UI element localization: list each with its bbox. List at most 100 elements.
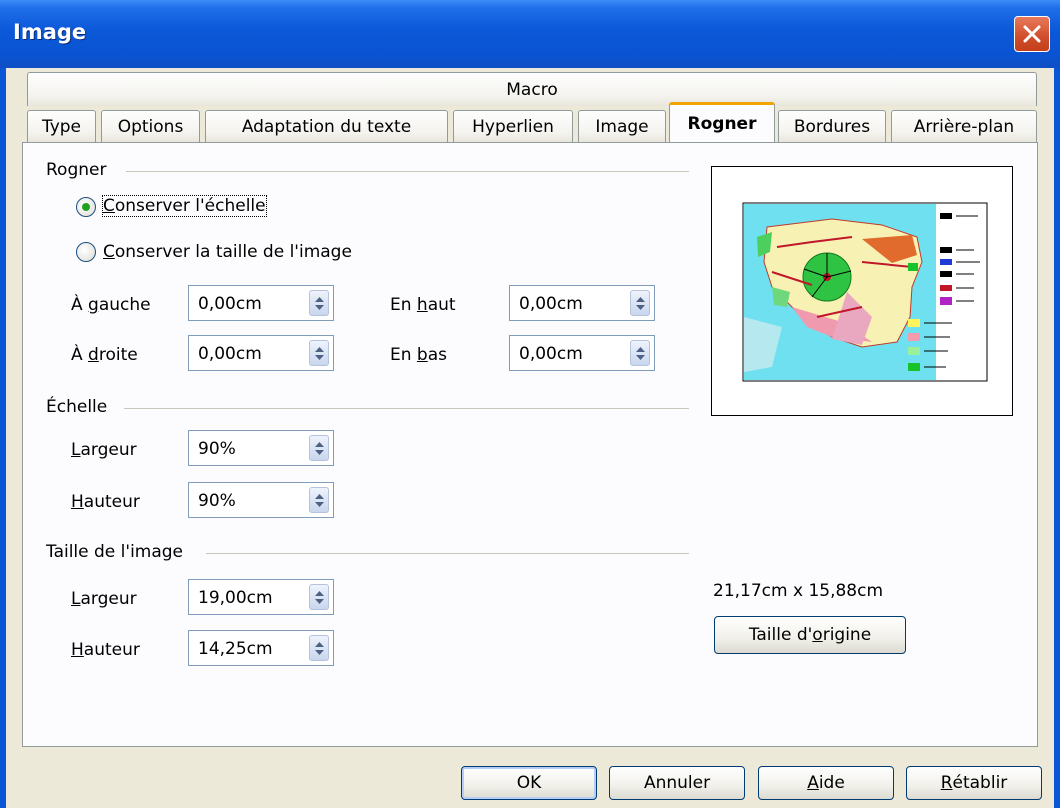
tab-background[interactable]: Arrière-plan bbox=[891, 110, 1037, 142]
label-part: À bbox=[71, 295, 89, 315]
crop-left-spinner[interactable] bbox=[309, 290, 329, 316]
image-height-value: 14,25cm bbox=[198, 639, 273, 659]
crop-right-spinner[interactable] bbox=[309, 340, 329, 366]
original-size-text: 21,17cm x 15,88cm bbox=[713, 581, 884, 601]
crop-bottom-value: 0,00cm bbox=[519, 344, 583, 364]
section-image-size-label: Taille de l'image bbox=[46, 542, 184, 562]
label-part: onserver l'échelle bbox=[114, 196, 266, 216]
crop-left-field[interactable]: 0,00cm bbox=[188, 285, 334, 321]
help-button[interactable]: Aide bbox=[758, 766, 894, 800]
scale-width-value: 90% bbox=[198, 439, 236, 459]
image-height-label: Hauteur bbox=[71, 640, 140, 660]
label-part: OK bbox=[516, 773, 542, 793]
accelerator-key: h bbox=[416, 295, 428, 315]
tab-label: Adaptation du texte bbox=[241, 116, 412, 137]
accelerator-key: d bbox=[88, 345, 99, 365]
crop-top-value: 0,00cm bbox=[519, 294, 583, 314]
tab-hyperlink[interactable]: Hyperlien bbox=[453, 110, 573, 142]
label-part: onserver la taille de l'image bbox=[114, 242, 352, 262]
crop-right-label: À droite bbox=[71, 345, 138, 365]
scale-height-field[interactable]: 90% bbox=[188, 482, 334, 518]
label-part: Taille d' bbox=[748, 625, 813, 645]
tab-image[interactable]: Image bbox=[578, 110, 666, 142]
keep-scale-label[interactable]: Conserver l'échelle bbox=[102, 195, 267, 217]
image-height-spinner[interactable] bbox=[309, 635, 329, 661]
keep-image-size-label[interactable]: Conserver la taille de l'image bbox=[103, 242, 352, 262]
tab-label: Image bbox=[595, 116, 649, 137]
spin-arrows-icon bbox=[636, 347, 645, 360]
accelerator-key: H bbox=[71, 492, 84, 512]
tab-label: Type bbox=[41, 116, 82, 137]
crop-left-value: 0,00cm bbox=[198, 294, 262, 314]
image-width-spinner[interactable] bbox=[309, 584, 329, 610]
label-part: En bbox=[390, 345, 417, 365]
accelerator-key: C bbox=[103, 196, 115, 216]
label-part: aut bbox=[427, 295, 456, 315]
tab-borders[interactable]: Bordures bbox=[778, 110, 886, 142]
spin-arrows-icon bbox=[315, 591, 324, 604]
title-bar[interactable]: Image bbox=[0, 0, 1060, 68]
scale-height-spinner[interactable] bbox=[309, 487, 329, 513]
accelerator-key: H bbox=[71, 640, 84, 660]
scale-width-label: Largeur bbox=[71, 440, 137, 460]
image-preview bbox=[711, 166, 1013, 416]
original-size-button[interactable]: Taille d' o rigine bbox=[714, 616, 906, 654]
section-crop-label: Rogner bbox=[46, 160, 107, 180]
cancel-button[interactable]: Annuler bbox=[609, 766, 745, 800]
tab-type[interactable]: Type bbox=[27, 110, 96, 142]
accelerator-key: A bbox=[807, 773, 819, 793]
spin-arrows-icon bbox=[315, 297, 324, 310]
image-width-field[interactable]: 19,00cm bbox=[188, 579, 334, 615]
image-width-label: Largeur bbox=[71, 589, 137, 609]
label-part: auteur bbox=[83, 640, 140, 660]
tab-label: Rogner bbox=[687, 113, 757, 134]
label-part: argeur bbox=[80, 589, 137, 609]
image-height-field[interactable]: 14,25cm bbox=[188, 630, 334, 666]
crop-right-field[interactable]: 0,00cm bbox=[188, 335, 334, 371]
label-part: Annuler bbox=[643, 773, 711, 793]
accelerator-key: C bbox=[103, 242, 115, 262]
crop-left-label: À gauche bbox=[71, 295, 151, 315]
spin-arrows-icon bbox=[315, 442, 324, 455]
close-button[interactable] bbox=[1014, 16, 1050, 52]
accelerator-key: b bbox=[416, 345, 428, 365]
accelerator-key: g bbox=[88, 295, 99, 315]
tab-label: Arrière-plan bbox=[913, 116, 1015, 137]
tab-options[interactable]: Options bbox=[101, 110, 200, 142]
image-dialog: Image Macro Type Options Adaptation du t… bbox=[0, 0, 1060, 808]
crop-top-field[interactable]: 0,00cm bbox=[509, 285, 655, 321]
crop-bottom-label: En bas bbox=[390, 345, 447, 365]
spin-arrows-icon bbox=[315, 642, 324, 655]
tab-text-wrap[interactable]: Adaptation du texte bbox=[205, 110, 448, 142]
tab-crop[interactable]: Rogner bbox=[669, 102, 775, 142]
crop-top-label: En haut bbox=[390, 295, 456, 315]
crop-bottom-field[interactable]: 0,00cm bbox=[509, 335, 655, 371]
keep-image-size-radio[interactable] bbox=[76, 242, 96, 262]
crop-top-spinner[interactable] bbox=[630, 290, 650, 316]
label-part: En bbox=[390, 295, 417, 315]
scale-width-spinner[interactable] bbox=[309, 435, 329, 461]
ok-button[interactable]: OK bbox=[461, 766, 597, 800]
section-scale-label: Échelle bbox=[46, 397, 108, 417]
label-part: roite bbox=[98, 345, 138, 365]
window-border-right bbox=[1054, 68, 1060, 808]
scale-height-label: Hauteur bbox=[71, 492, 140, 512]
tab-label: Hyperlien bbox=[472, 116, 554, 137]
label-part: À bbox=[71, 345, 89, 365]
label-part: auche bbox=[98, 295, 151, 315]
tab-macro[interactable]: Macro bbox=[27, 72, 1037, 106]
spin-arrows-icon bbox=[315, 347, 324, 360]
reset-button[interactable]: Rétablir bbox=[906, 766, 1042, 800]
crop-bottom-spinner[interactable] bbox=[630, 340, 650, 366]
tab-label: Options bbox=[117, 116, 184, 137]
close-icon bbox=[1023, 25, 1041, 43]
keep-scale-radio[interactable] bbox=[76, 197, 96, 217]
label-part: argeur bbox=[80, 440, 137, 460]
spin-arrows-icon bbox=[315, 494, 324, 507]
label-part: ide bbox=[818, 773, 845, 793]
section-crop-divider bbox=[126, 171, 689, 172]
section-scale-divider bbox=[124, 408, 689, 409]
scale-width-field[interactable]: 90% bbox=[188, 430, 334, 466]
spin-arrows-icon bbox=[636, 297, 645, 310]
accelerator-key: R bbox=[940, 773, 953, 793]
